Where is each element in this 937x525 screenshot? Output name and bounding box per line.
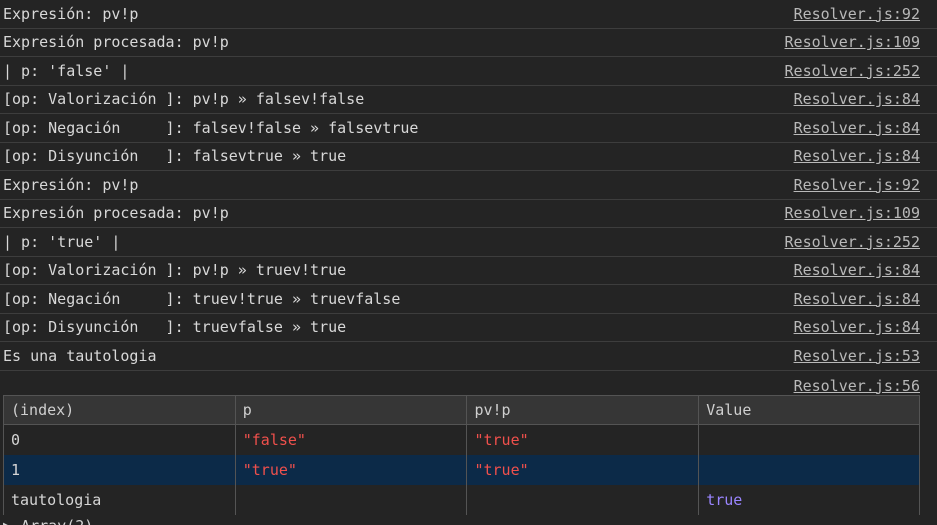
log-message: | p: 'true' | xyxy=(3,232,121,251)
table-cell-index: 0 xyxy=(3,424,236,455)
log-row: [op: Disyunción ]: truevfalse » true Res… xyxy=(0,314,937,342)
log-source-link[interactable]: Resolver.js:84 xyxy=(794,119,920,137)
log-source-link[interactable]: Resolver.js:84 xyxy=(794,290,920,308)
log-source-link[interactable]: Resolver.js:92 xyxy=(794,5,920,23)
column-header-p[interactable]: p xyxy=(234,394,468,425)
table-row-selected[interactable]: 1 "true" "true" xyxy=(3,454,920,485)
log-source-link[interactable]: Resolver.js:56 xyxy=(794,377,920,395)
log-row: Expresión procesada: pv!p Resolver.js:10… xyxy=(0,200,937,228)
log-message: [op: Disyunción ]: falsevtrue » true xyxy=(3,147,347,166)
column-header-value[interactable]: Value xyxy=(698,394,920,425)
array-expander[interactable]: ▶ Array(2) xyxy=(3,517,93,525)
log-message: Expresión procesada: pv!p xyxy=(3,204,229,223)
table-cell-index: 1 xyxy=(3,454,236,485)
log-source-link[interactable]: Resolver.js:84 xyxy=(794,261,920,279)
console-table-grid: (index) p pv!p Value 0 "false" "true" 1 … xyxy=(3,394,920,515)
log-message: Expresión: pv!p xyxy=(3,4,139,23)
log-row: [op: Negación ]: falsev!false » falsevtr… xyxy=(0,114,937,143)
log-row: Es una tautologia Resolver.js:53 xyxy=(0,342,937,371)
table-cell-value xyxy=(698,424,920,455)
column-header-pv-not-p[interactable]: pv!p xyxy=(466,394,700,425)
log-source-link[interactable]: Resolver.js:109 xyxy=(785,204,920,222)
log-source-link[interactable]: Resolver.js:84 xyxy=(794,318,920,336)
log-source-link[interactable]: Resolver.js:53 xyxy=(794,347,920,365)
log-row: | p: 'false' | Resolver.js:252 xyxy=(0,57,937,86)
log-message: Es una tautologia xyxy=(3,346,157,365)
log-row: [op: Disyunción ]: falsevtrue » true Res… xyxy=(0,143,937,171)
log-message: Expresión procesada: pv!p xyxy=(3,33,229,52)
log-row: Expresión: pv!p Resolver.js:92 xyxy=(0,0,937,29)
log-source-link[interactable]: Resolver.js:252 xyxy=(785,62,920,80)
log-message: [op: Negación ]: truev!true » truevfalse xyxy=(3,289,401,308)
log-source-link[interactable]: Resolver.js:84 xyxy=(794,90,920,108)
devtools-console: Expresión: pv!p Resolver.js:92 Expresión… xyxy=(0,0,937,525)
table-row[interactable]: tautologia true xyxy=(3,484,920,515)
log-source-link[interactable]: Resolver.js:252 xyxy=(785,233,920,251)
column-header-index[interactable]: (index) xyxy=(3,394,236,425)
table-cell-p: "false" xyxy=(234,424,468,455)
table-cell-p: "true" xyxy=(234,454,468,485)
table-cell-pv-not-p: "true" xyxy=(466,454,700,485)
table-row[interactable]: 0 "false" "true" xyxy=(3,424,920,455)
table-cell-pv-not-p: "true" xyxy=(466,424,700,455)
log-source-link[interactable]: Resolver.js:109 xyxy=(785,33,920,51)
log-row: Expresión procesada: pv!p Resolver.js:10… xyxy=(0,29,937,57)
log-row: [op: Valorización ]: pv!p » truev!true R… xyxy=(0,257,937,285)
log-row: | p: 'true' | Resolver.js:252 xyxy=(0,228,937,257)
table-cell-index: tautologia xyxy=(3,484,236,515)
table-cell-pv-not-p xyxy=(466,484,700,515)
log-message: Expresión: pv!p xyxy=(3,175,139,194)
table-source-row: Resolver.js:56 xyxy=(0,371,937,395)
log-message: [op: Valorización ]: pv!p » truev!true xyxy=(3,261,347,280)
table-cell-value: true xyxy=(698,484,920,515)
log-row: Expresión: pv!p Resolver.js:92 xyxy=(0,171,937,200)
log-row: [op: Valorización ]: pv!p » falsev!false… xyxy=(0,86,937,114)
log-source-link[interactable]: Resolver.js:84 xyxy=(794,147,920,165)
log-source-link[interactable]: Resolver.js:92 xyxy=(794,176,920,194)
table-header-row: (index) p pv!p Value xyxy=(3,394,920,425)
log-message: [op: Disyunción ]: truevfalse » true xyxy=(3,318,347,337)
table-cell-value xyxy=(698,454,920,485)
log-message: [op: Negación ]: falsev!false » falsevtr… xyxy=(3,118,419,137)
console-table: (index) p pv!p Value 0 "false" "true" 1 … xyxy=(3,394,920,515)
log-message: | p: 'false' | xyxy=(3,61,130,80)
log-row: [op: Negación ]: truev!true » truevfalse… xyxy=(0,285,937,314)
log-message: [op: Valorización ]: pv!p » falsev!false xyxy=(3,90,365,109)
table-cell-p xyxy=(234,484,468,515)
